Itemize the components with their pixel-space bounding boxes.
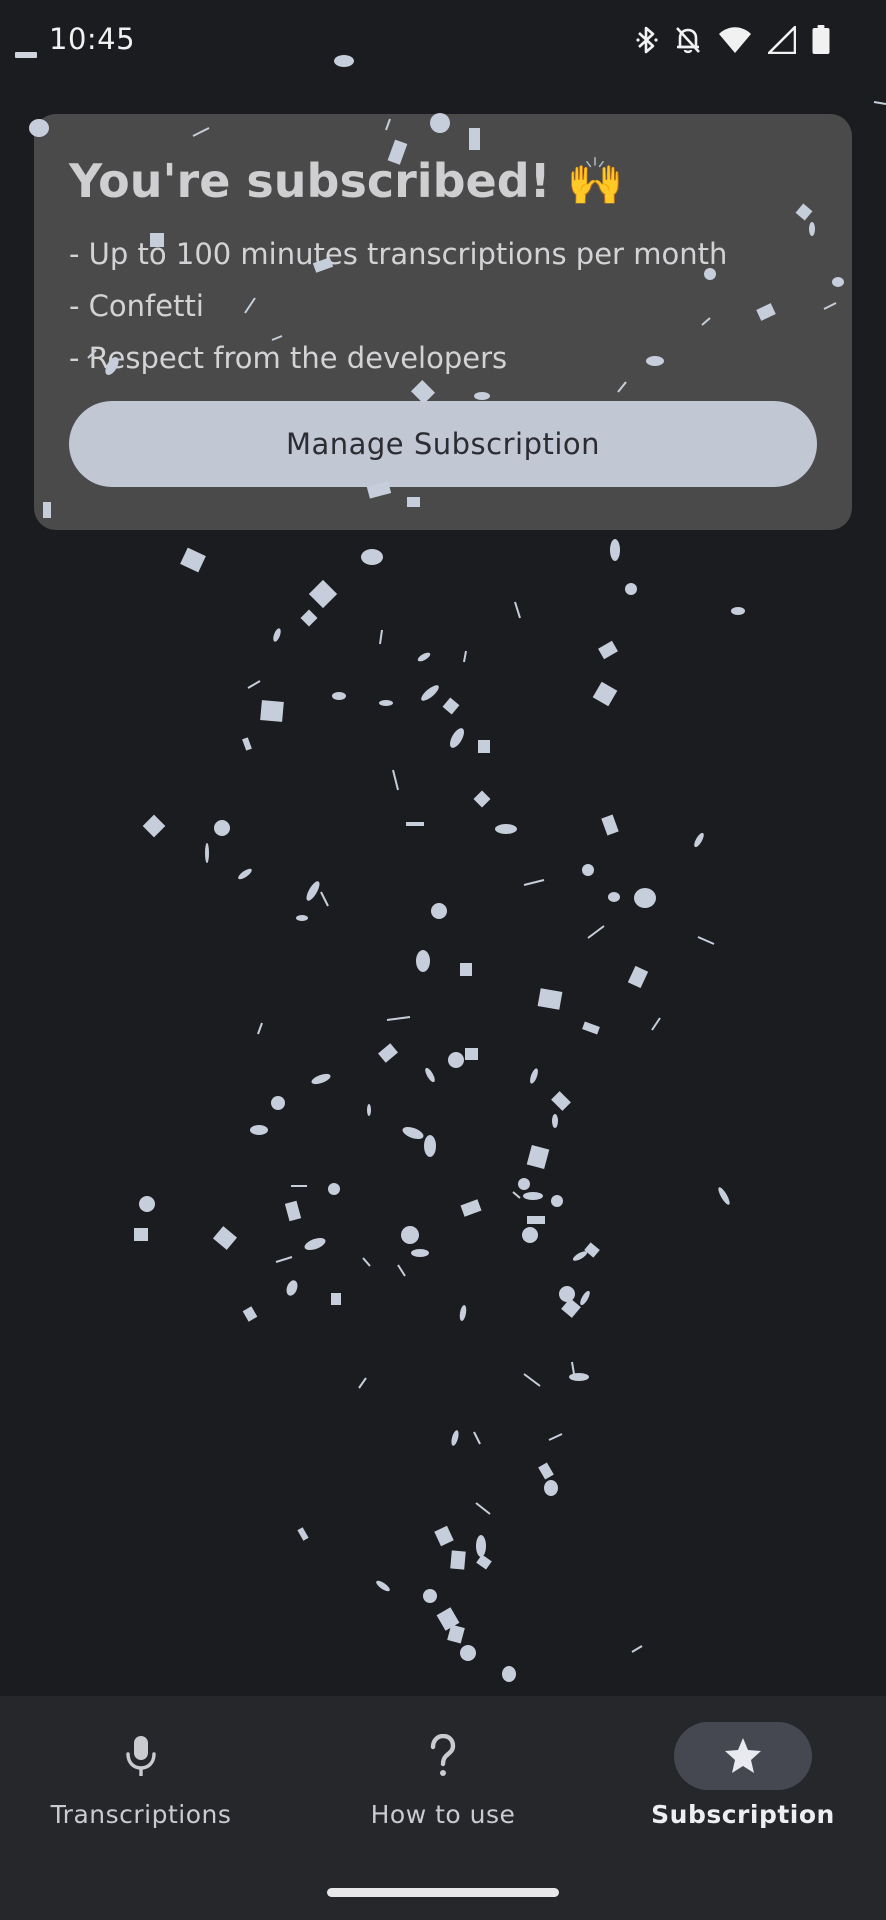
status-time: 10:45 <box>49 22 136 56</box>
nav-icon-container <box>374 1722 512 1790</box>
subscription-card: You're subscribed! 🙌 - Up to 100 minutes… <box>34 114 852 530</box>
notification-dash-icon <box>15 52 37 58</box>
benefit-item: - Respect from the developers <box>69 341 508 375</box>
microphone-icon <box>126 1736 156 1776</box>
question-mark-icon <box>430 1734 456 1776</box>
nav-item-transcriptions[interactable]: Transcriptions <box>21 1722 261 1872</box>
bottom-navigation: Transcriptions How to use Subscription <box>0 1696 886 1920</box>
status-bar: 10:45 <box>0 0 886 80</box>
nav-item-how-to-use[interactable]: How to use <box>323 1722 563 1872</box>
nav-label-transcriptions: Transcriptions <box>50 1800 232 1829</box>
benefit-item: - Confetti <box>69 289 204 323</box>
nav-selected-pill <box>674 1722 812 1790</box>
benefits-list: - Up to 100 minutes transcriptions per m… <box>69 228 727 384</box>
home-indicator[interactable] <box>327 1888 559 1897</box>
nav-item-subscription[interactable]: Subscription <box>623 1722 863 1872</box>
card-title: You're subscribed! 🙌 <box>69 154 624 208</box>
nav-label-how-to-use: How to use <box>370 1800 516 1829</box>
nav-label-subscription: Subscription <box>651 1800 835 1829</box>
manage-subscription-button[interactable]: Manage Subscription <box>69 401 817 487</box>
benefit-item: - Up to 100 minutes transcriptions per m… <box>69 237 728 271</box>
notifications-off-icon <box>676 27 700 54</box>
cellular-signal-icon <box>768 26 796 54</box>
battery-icon <box>812 25 830 54</box>
status-icons <box>636 24 830 56</box>
wifi-icon <box>719 27 751 53</box>
nav-icon-container <box>72 1722 210 1790</box>
star-icon <box>725 1738 761 1773</box>
bluetooth-icon <box>636 26 658 54</box>
